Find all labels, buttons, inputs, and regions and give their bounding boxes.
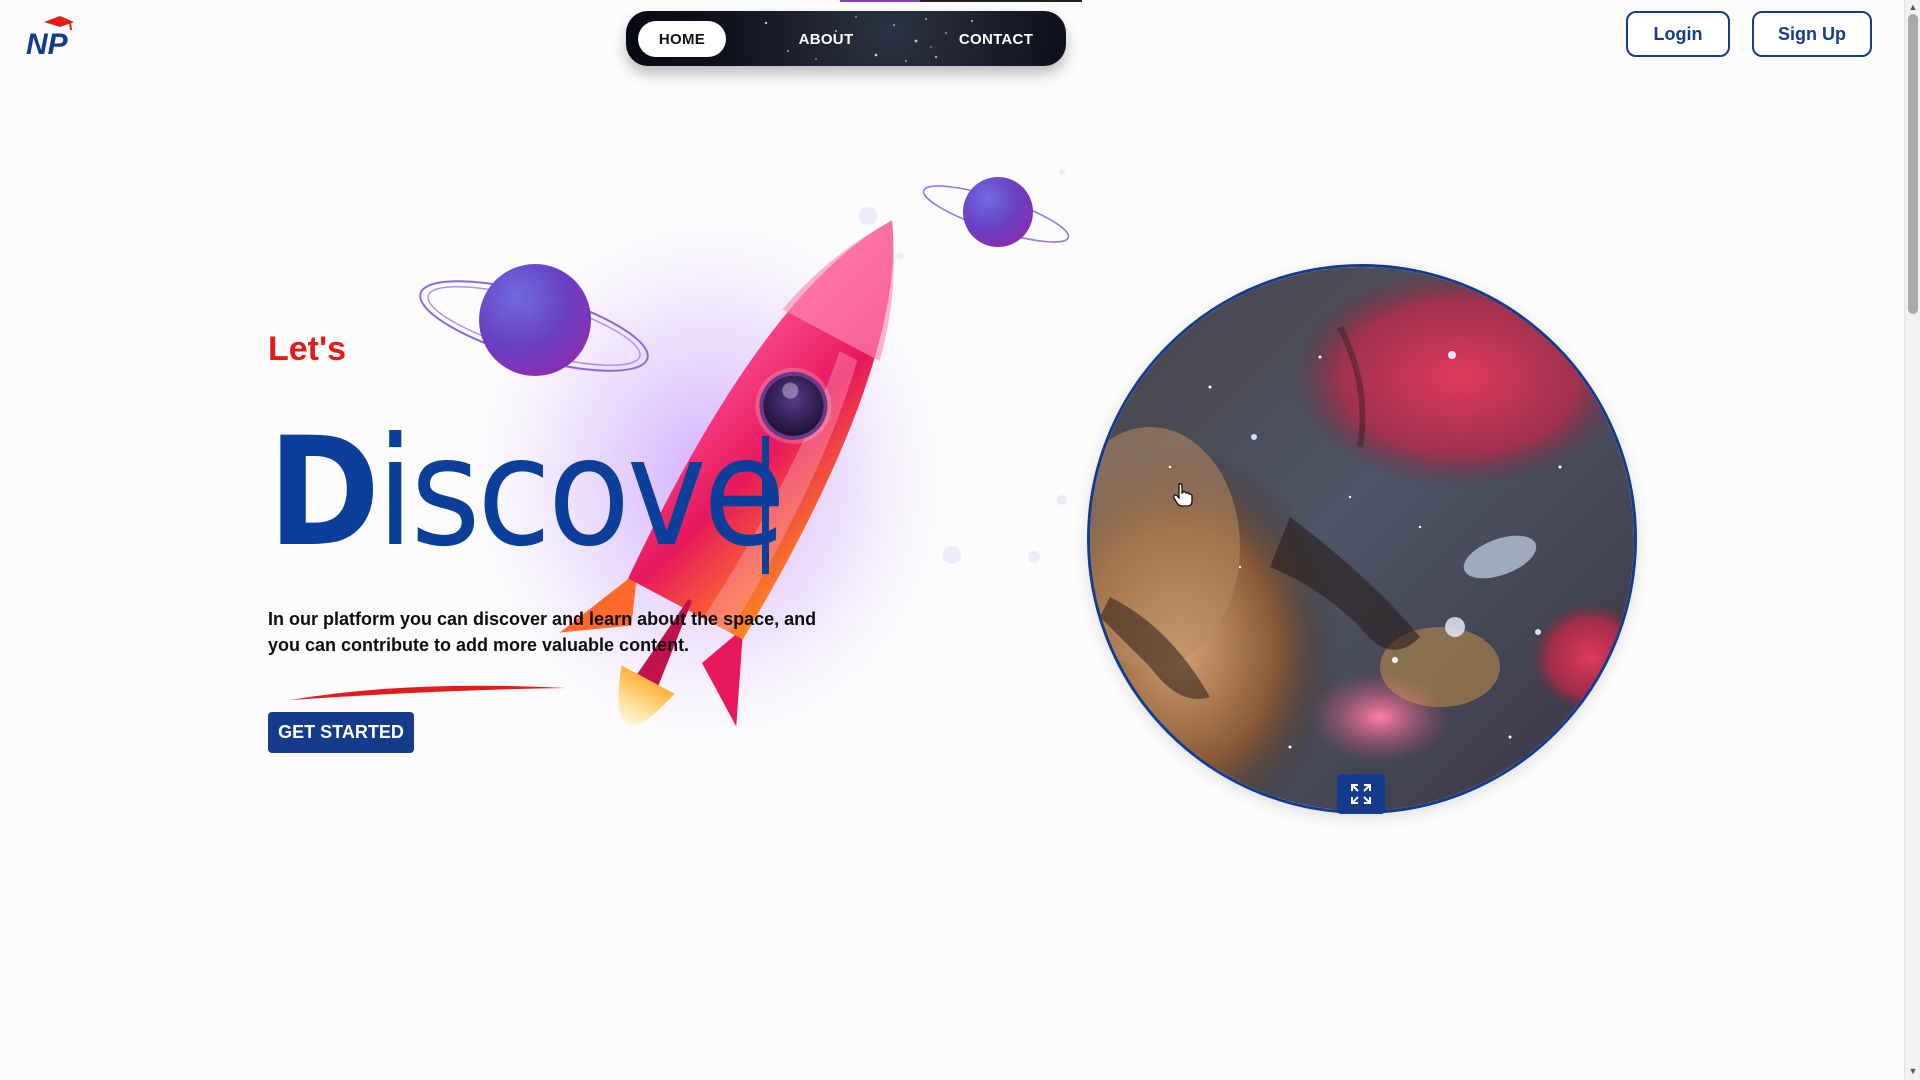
- login-button[interactable]: Login: [1626, 11, 1730, 57]
- scroll-thumb[interactable]: [1908, 14, 1918, 314]
- typing-cursor: [762, 436, 769, 574]
- nav-accent-line: [840, 0, 1082, 2]
- nebula-graphic: [1090, 267, 1634, 811]
- expand-button[interactable]: [1337, 774, 1385, 814]
- hero-kicker: Let's: [268, 330, 346, 368]
- hand-cursor-icon: [1173, 483, 1193, 507]
- planet-small: [922, 177, 1070, 247]
- nav-home[interactable]: HOME: [638, 21, 726, 57]
- nav-about[interactable]: ABOUT: [786, 21, 866, 57]
- page-scrollbar[interactable]: ▲ ▼: [1904, 0, 1920, 1080]
- nav-contact[interactable]: CONTACT: [951, 21, 1041, 57]
- main-nav: HOME ABOUT CONTACT: [626, 11, 1066, 66]
- hero-headline: Discove: [268, 418, 786, 568]
- get-started-button[interactable]: GET STARTED: [268, 712, 414, 753]
- signup-button[interactable]: Sign Up: [1752, 11, 1872, 57]
- logo-graphic: NP: [26, 16, 74, 58]
- hero-description: In our platform you can discover and lea…: [268, 609, 817, 655]
- hero-headline-cap: D: [268, 406, 380, 580]
- red-swoosh: [290, 685, 566, 700]
- scroll-up-icon[interactable]: ▲: [1908, 2, 1918, 12]
- expand-icon: [1351, 784, 1371, 804]
- nebula-image[interactable]: [1087, 264, 1637, 814]
- hero-headline-rest: iscove: [376, 406, 786, 580]
- page: NP HOME ABOUT CONTACT Login Sign Up Let'…: [0, 0, 1920, 1080]
- np-logo[interactable]: NP: [24, 14, 76, 58]
- scroll-down-icon[interactable]: ▼: [1908, 1066, 1918, 1076]
- logo-text: NP: [26, 28, 69, 58]
